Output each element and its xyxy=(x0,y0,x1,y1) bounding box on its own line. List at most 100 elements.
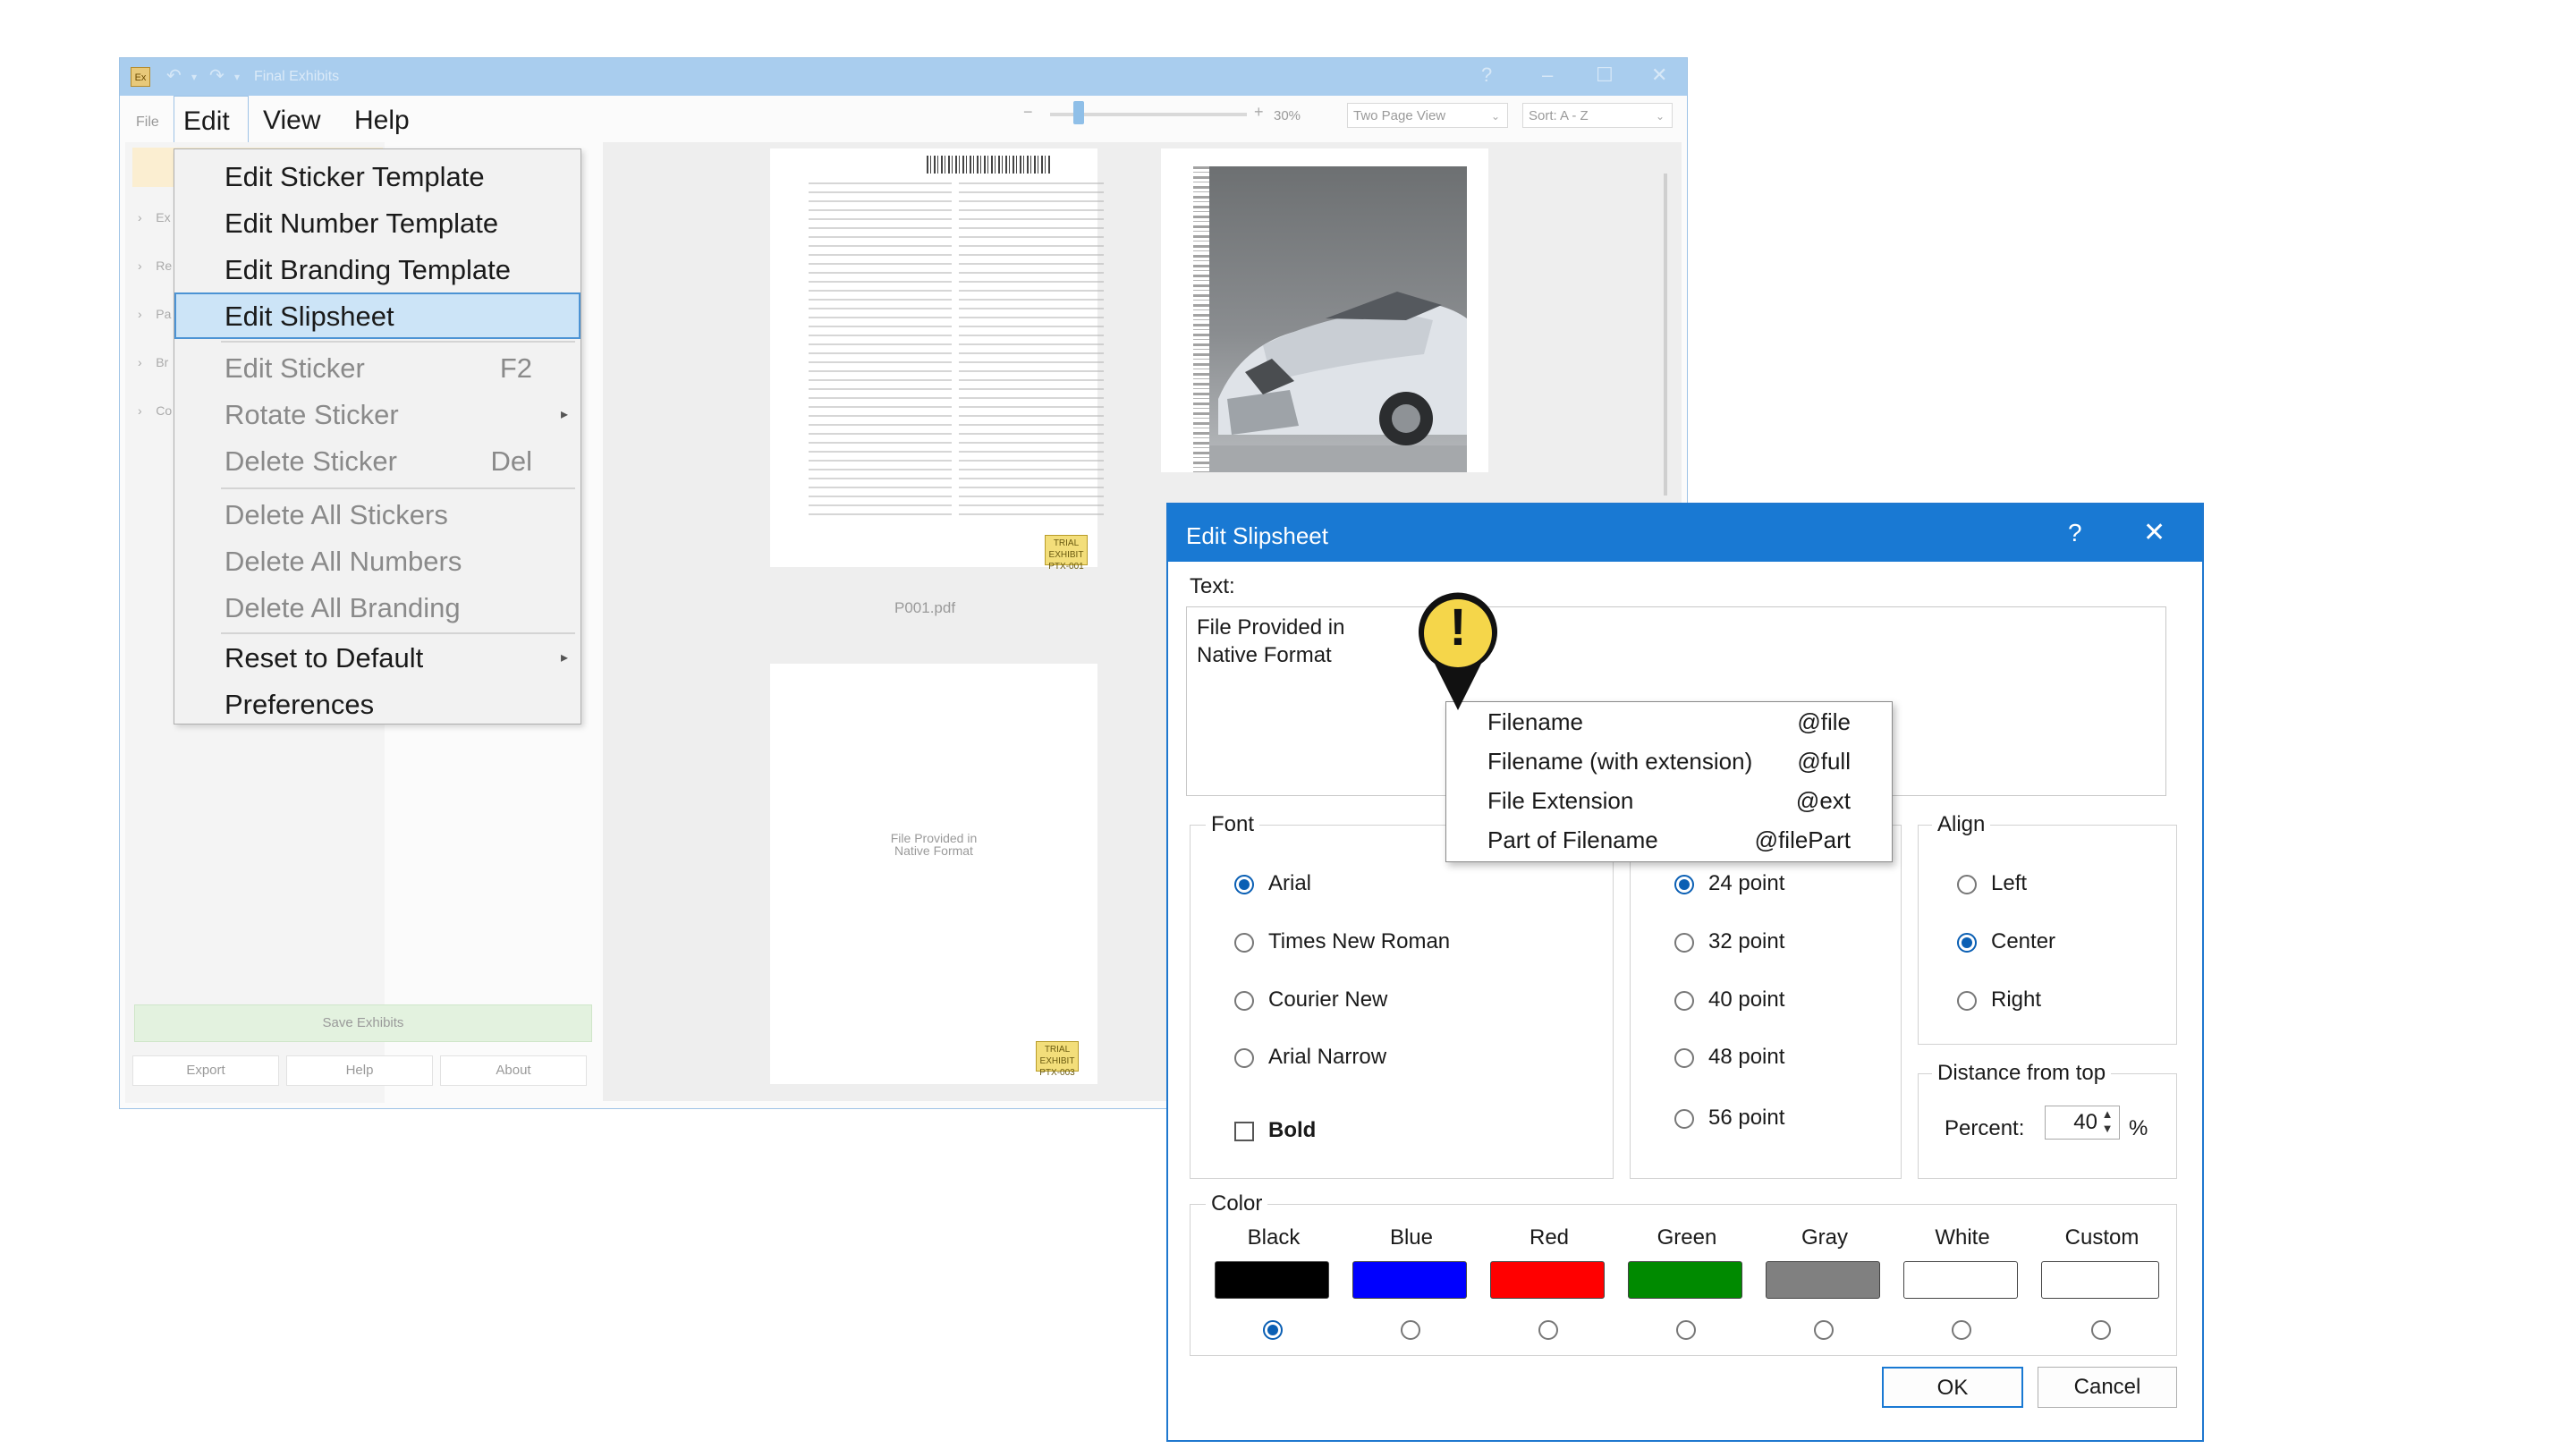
expand-arrow-icon: › xyxy=(138,307,157,321)
scrollbar[interactable] xyxy=(1664,174,1667,496)
zoom-out-icon[interactable]: − xyxy=(1023,103,1033,122)
menu-item-rotate-sticker[interactable]: Rotate Sticker ▸ xyxy=(174,393,580,439)
document-page-slipsheet[interactable] xyxy=(770,664,1097,1084)
tree-row[interactable]: › Br xyxy=(138,355,168,369)
token-row[interactable]: Filename @file xyxy=(1446,702,1892,741)
color-label: Custom xyxy=(2064,1225,2140,1250)
color-radio-black[interactable] xyxy=(1263,1320,1283,1340)
menu-separator xyxy=(221,487,575,489)
menu-file[interactable]: File xyxy=(127,96,168,142)
token-row[interactable]: File Extension @ext xyxy=(1446,781,1892,820)
close-icon[interactable]: ✕ xyxy=(2143,517,2165,548)
redo-dropdown-icon[interactable]: ▾ xyxy=(234,71,240,83)
ok-button[interactable]: OK xyxy=(1882,1367,2023,1408)
zoom-in-icon[interactable]: + xyxy=(1254,103,1264,122)
menu-bar: File Edit View Help − + 30% Two Page Vie… xyxy=(120,96,1687,144)
menu-separator xyxy=(221,632,575,634)
color-radio-custom[interactable] xyxy=(2091,1320,2111,1340)
size-radio-48[interactable] xyxy=(1674,1048,1694,1068)
percent-stepper[interactable]: ▲ ▼ xyxy=(2098,1107,2116,1138)
color-swatch-blue[interactable] xyxy=(1352,1261,1467,1299)
color-radio-red[interactable] xyxy=(1538,1320,1558,1340)
help-icon[interactable]: ? xyxy=(1481,64,1492,87)
redo-icon[interactable]: ↷ xyxy=(209,64,225,87)
align-radio-left[interactable] xyxy=(1957,875,1977,894)
font-radio-arial-narrow[interactable] xyxy=(1234,1048,1254,1068)
menu-item-delete-all-stickers[interactable]: Delete All Stickers xyxy=(174,493,580,539)
color-swatch-white[interactable] xyxy=(1903,1261,2018,1299)
menu-item-edit-number-template[interactable]: Edit Number Template xyxy=(174,201,580,248)
tree-row[interactable]: › Re xyxy=(138,258,172,273)
font-group-label: Font xyxy=(1206,812,1260,837)
align-radio-center[interactable] xyxy=(1957,933,1977,953)
font-radio-arial[interactable] xyxy=(1234,875,1254,894)
menu-item-reset-to-default[interactable]: Reset to Default ▸ xyxy=(174,636,580,682)
alert-glyph: ! xyxy=(1449,598,1467,657)
size-radio-40[interactable] xyxy=(1674,991,1694,1011)
tree-row[interactable]: › Co xyxy=(138,403,172,418)
undo-dropdown-icon[interactable]: ▾ xyxy=(191,71,197,83)
menu-help[interactable]: Help xyxy=(345,96,419,142)
menu-item-edit-sticker-template[interactable]: Edit Sticker Template xyxy=(174,155,580,201)
menu-item-preferences[interactable]: Preferences xyxy=(174,682,580,729)
color-swatch-red[interactable] xyxy=(1490,1261,1605,1299)
minimize-icon[interactable]: – xyxy=(1542,64,1553,87)
exhibit-sticker[interactable]: TRIAL EXHIBIT PTX-003 xyxy=(1036,1041,1079,1078)
size-radio-24[interactable] xyxy=(1674,875,1694,894)
bold-checkbox[interactable] xyxy=(1234,1122,1254,1141)
token-popup: Filename @file Filename (with extension) @… xyxy=(1445,701,1893,862)
help-icon[interactable]: ? xyxy=(2068,519,2082,547)
tree-row[interactable]: › Pa xyxy=(138,307,171,321)
color-radio-green[interactable] xyxy=(1676,1320,1696,1340)
sort-select[interactable]: Sort: A - Z ⌄ xyxy=(1522,103,1673,128)
color-swatch-gray[interactable] xyxy=(1766,1261,1880,1299)
sort-value: Sort: A - Z xyxy=(1529,108,1589,123)
size-option-label: 32 point xyxy=(1708,929,1785,953)
color-swatch-black[interactable] xyxy=(1215,1261,1329,1299)
align-radio-right[interactable] xyxy=(1957,991,1977,1011)
color-radio-blue[interactable] xyxy=(1401,1320,1420,1340)
color-radio-gray[interactable] xyxy=(1814,1320,1834,1340)
about-button[interactable]: About xyxy=(440,1055,587,1086)
menu-item-edit-slipsheet[interactable]: Edit Slipsheet xyxy=(174,292,580,339)
menu-item-edit-sticker[interactable]: Edit Sticker F2 xyxy=(174,346,580,393)
bold-label: Bold xyxy=(1268,1118,1317,1142)
size-option-label: 24 point xyxy=(1708,871,1785,895)
font-radio-courier[interactable] xyxy=(1234,991,1254,1011)
exhibit-sticker[interactable]: TRIAL EXHIBIT PTX-001 xyxy=(1045,535,1088,572)
submenu-arrow-icon: ▸ xyxy=(560,407,568,422)
menu-view[interactable]: View xyxy=(254,96,329,142)
slipsheet-text-value: File Provided in Native Format xyxy=(1197,615,1345,667)
color-label: Blue xyxy=(1389,1225,1434,1250)
token-row[interactable]: Part of Filename @filePart xyxy=(1446,820,1892,860)
close-icon[interactable]: ✕ xyxy=(1651,64,1667,87)
token-row[interactable]: Filename (with extension) @full xyxy=(1446,741,1892,781)
menu-item-delete-all-numbers[interactable]: Delete All Numbers xyxy=(174,539,580,586)
undo-icon[interactable]: ↶ xyxy=(166,64,182,87)
cancel-button[interactable]: Cancel xyxy=(2038,1367,2177,1408)
color-swatch-green[interactable] xyxy=(1628,1261,1742,1299)
edit-menu: Edit Sticker Template Edit Number Templa… xyxy=(174,148,581,724)
size-option-label: 56 point xyxy=(1708,1106,1785,1130)
percent-label: Percent: xyxy=(1945,1116,2025,1140)
menu-item-delete-sticker[interactable]: Delete Sticker Del xyxy=(174,439,580,486)
slipsheet-preview-text: File Provided in Native Format xyxy=(890,831,978,858)
maximize-icon[interactable]: ☐ xyxy=(1596,64,1614,87)
help-button[interactable]: Help xyxy=(286,1055,433,1086)
font-option-label: Times New Roman xyxy=(1268,929,1451,953)
menu-edit[interactable]: Edit xyxy=(174,96,249,144)
tree-row[interactable]: › Ex xyxy=(138,210,171,225)
menu-item-delete-all-branding[interactable]: Delete All Branding xyxy=(174,586,580,632)
zoom-slider-thumb[interactable] xyxy=(1073,101,1084,124)
save-exhibits-button[interactable]: Save Exhibits xyxy=(134,1004,592,1042)
view-mode-select[interactable]: Two Page View ⌄ xyxy=(1347,103,1508,128)
align-option-label: Left xyxy=(1991,871,2028,895)
font-radio-times[interactable] xyxy=(1234,933,1254,953)
menu-item-edit-branding-template[interactable]: Edit Branding Template xyxy=(174,248,580,294)
export-button[interactable]: Export xyxy=(132,1055,279,1086)
size-radio-32[interactable] xyxy=(1674,933,1694,953)
color-radio-white[interactable] xyxy=(1952,1320,1971,1340)
color-label: Red xyxy=(1529,1225,1570,1250)
color-swatch-custom[interactable] xyxy=(2041,1261,2159,1299)
size-radio-56[interactable] xyxy=(1674,1109,1694,1129)
